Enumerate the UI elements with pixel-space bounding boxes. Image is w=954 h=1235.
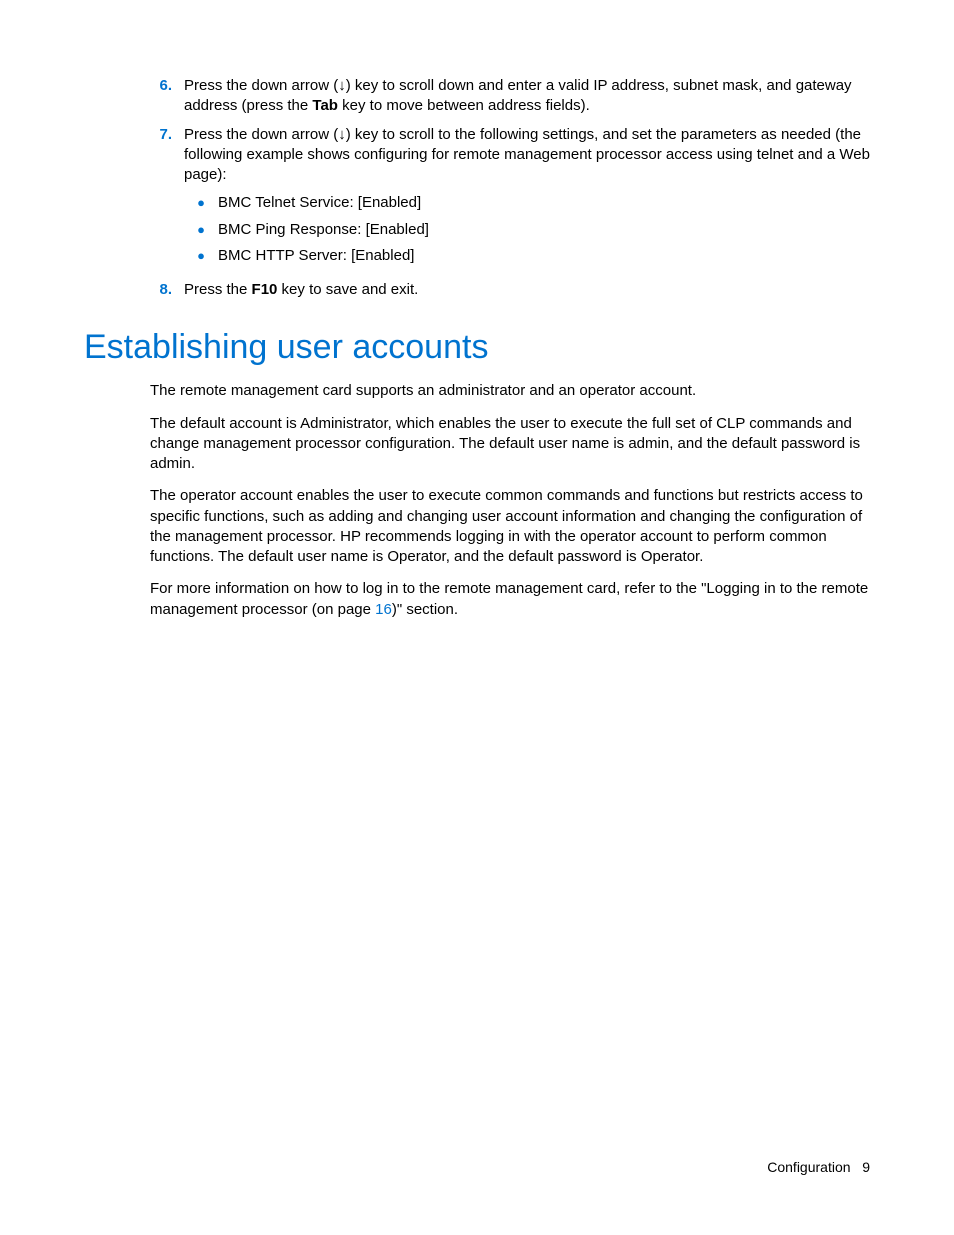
list-text: Press the [184,281,252,298]
bullet-icon: ● [184,220,218,240]
bullet-text: BMC Ping Response: [Enabled] [218,220,429,240]
bullet-item: ● BMC Telnet Service: [Enabled] [184,193,870,213]
list-number: 6. [150,76,184,117]
footer-page-number: 9 [862,1159,870,1175]
bold-key-f10: F10 [252,281,278,298]
footer-section-name: Configuration [767,1159,850,1175]
bullet-text: BMC HTTP Server: [Enabled] [218,246,414,266]
page-footer: Configuration 9 [767,1159,870,1175]
content-area: 6. Press the down arrow (↓) key to scrol… [84,76,870,620]
ordered-list-item-8: 8. Press the F10 key to save and exit. [150,280,870,300]
page-reference-link[interactable]: 16 [375,601,392,618]
bullet-icon: ● [184,193,218,213]
paragraph: The operator account enables the user to… [150,486,870,567]
bullet-text: BMC Telnet Service: [Enabled] [218,193,421,213]
list-number: 7. [150,125,184,273]
list-text: key to move between address fields). [338,97,590,114]
list-item-body: Press the down arrow (↓) key to scroll t… [184,125,870,273]
bullet-item: ● BMC HTTP Server: [Enabled] [184,246,870,266]
list-number: 8. [150,280,184,300]
list-item-body: Press the down arrow (↓) key to scroll d… [184,76,870,117]
bullet-icon: ● [184,246,218,266]
document-page: 6. Press the down arrow (↓) key to scrol… [0,0,954,1235]
list-text: Press the down arrow (↓) key to scroll t… [184,126,870,184]
paragraph: The default account is Administrator, wh… [150,414,870,475]
paragraph-text: )" section. [392,601,458,618]
paragraph-text: For more information on how to log in to… [150,580,868,617]
paragraph: For more information on how to log in to… [150,579,870,620]
paragraph: The remote management card supports an a… [150,381,870,401]
bold-key-tab: Tab [312,97,338,114]
section-heading: Establishing user accounts [84,328,870,367]
ordered-list-item-7: 7. Press the down arrow (↓) key to scrol… [150,125,870,273]
ordered-list-item-6: 6. Press the down arrow (↓) key to scrol… [150,76,870,117]
sub-bullet-list: ● BMC Telnet Service: [Enabled] ● BMC Pi… [184,193,870,266]
list-text: key to save and exit. [277,281,418,298]
bullet-item: ● BMC Ping Response: [Enabled] [184,220,870,240]
list-item-body: Press the F10 key to save and exit. [184,280,870,300]
